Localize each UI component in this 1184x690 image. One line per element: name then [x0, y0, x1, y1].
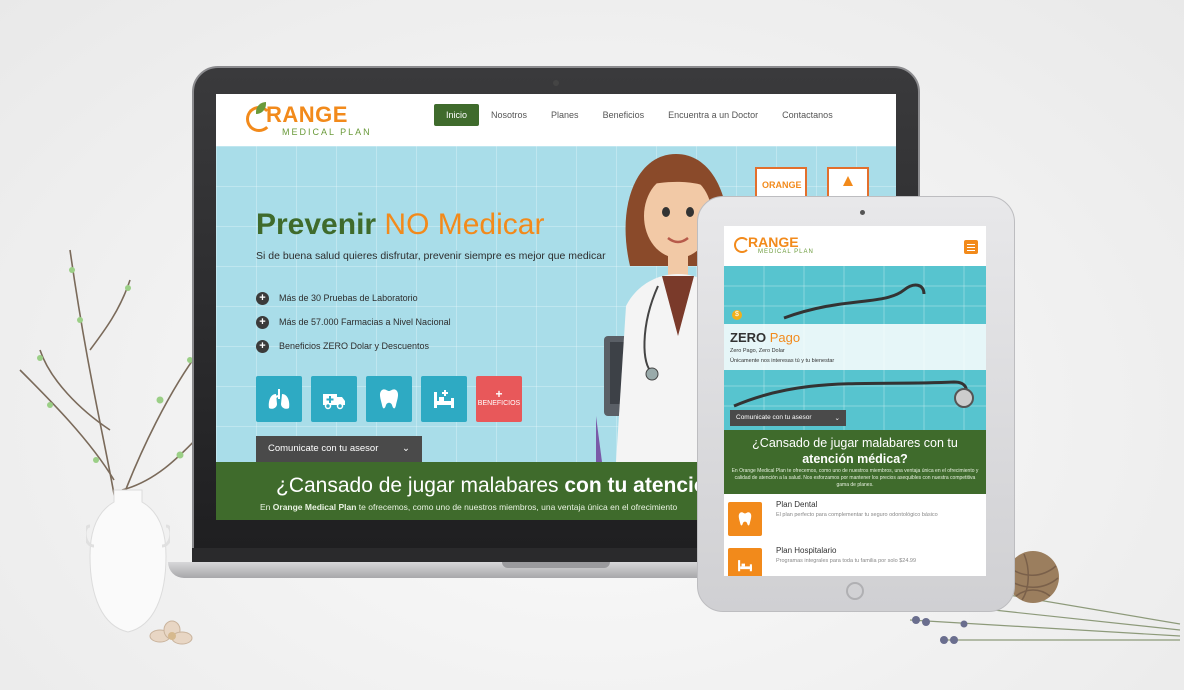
intro-heading: ¿Cansado de jugar malabares con tu atenc…	[276, 474, 707, 497]
advisor-dropdown[interactable]: Comunicate con tu asesor ⌄	[256, 436, 422, 462]
benefits-button[interactable]: + BENEFICIOS	[476, 376, 522, 422]
tablet-intro-text: En Orange Medical Plan te ofrecemos, com…	[731, 468, 979, 488]
orange-medical-plan-logo[interactable]: RANGE MEDICAL PLAN	[244, 102, 384, 140]
nav-encuentra-doctor[interactable]: Encuentra a un Doctor	[656, 104, 770, 126]
laptop-notch	[502, 562, 610, 568]
tablet-hero: $ ZERO Pago Zero Pago, Zero Dolar Únicam…	[724, 266, 986, 430]
plan-description: El plan perfecto para complementar tu se…	[776, 512, 938, 518]
site-header: RANGE MEDICAL PLAN Inicio Nosotros Plane…	[216, 94, 896, 146]
tile-hospital[interactable]	[421, 376, 467, 422]
dried-flower-illustration	[149, 620, 193, 645]
nav-beneficios[interactable]: Beneficios	[591, 104, 657, 126]
hero-bullets: + Más de 30 Pruebas de Laboratorio + Más…	[256, 286, 451, 358]
nav-inicio[interactable]: Inicio	[434, 104, 480, 126]
bullet-item: + Más de 57.000 Farmacias a Nivel Nacion…	[256, 310, 451, 334]
tile-ambulance[interactable]	[311, 376, 357, 422]
tablet-screen: RANGE MEDICAL PLAN $ ZERO Pago Zero Pago…	[724, 226, 986, 576]
nav-contactanos[interactable]: Contactanos	[770, 104, 845, 126]
plus-circle-icon: +	[256, 315, 269, 329]
plus-circle-icon: +	[256, 339, 269, 353]
laptop-camera	[553, 80, 559, 86]
plus-circle-icon: +	[256, 291, 269, 305]
plan-description: Programas integrales para toda tu famili…	[776, 558, 917, 564]
chevron-down-icon: ⌄	[834, 415, 840, 422]
hospital-bed-icon	[738, 560, 752, 572]
tablet-intro-heading-2: atención médica?	[802, 452, 908, 466]
plan-card-dental[interactable]: Plan Dental El plan perfecto para comple…	[728, 498, 982, 540]
orange-medical-plan-logo[interactable]: RANGE MEDICAL PLAN	[734, 234, 824, 260]
tablet-intro-heading: ¿Cansado de jugar malabares con tu	[752, 436, 958, 450]
tablet-home-button[interactable]	[846, 582, 864, 600]
tablet-site-header: RANGE MEDICAL PLAN	[724, 226, 986, 266]
coin-icon: $	[732, 310, 742, 320]
advisor-dropdown[interactable]: Comunicate con tu asesor ⌄	[730, 410, 846, 426]
ambulance-icon	[323, 394, 345, 410]
tablet-hero-title: ZERO Pago	[730, 330, 801, 345]
hero-subtitle: Si de buena salud quieres disfrutar, pre…	[256, 250, 606, 262]
bullet-item: + Más de 30 Pruebas de Laboratorio	[256, 286, 451, 310]
service-tiles: + BENEFICIOS	[256, 376, 522, 422]
plan-icon-box	[728, 502, 762, 536]
bullet-item: + Beneficios ZERO Dolar y Descuentos	[256, 334, 451, 358]
intro-text: En Orange Medical Plan te ofrecemos, com…	[260, 502, 678, 512]
svg-text:ORANGE: ORANGE	[762, 180, 802, 190]
nav-planes[interactable]: Planes	[539, 104, 591, 126]
chevron-down-icon: ⌄	[402, 443, 410, 454]
mockup-scene: RANGE MEDICAL PLAN Inicio Nosotros Plane…	[0, 0, 1184, 690]
plan-name: Plan Dental	[776, 500, 818, 509]
tile-lungs[interactable]	[256, 376, 302, 422]
tooth-icon	[379, 389, 399, 409]
plan-name: Plan Hospitalario	[776, 546, 837, 555]
lungs-icon	[268, 389, 290, 409]
main-nav: Inicio Nosotros Planes Beneficios Encuen…	[434, 104, 845, 126]
hamburger-menu-icon[interactable]	[964, 240, 978, 254]
tablet-hero-line1: Zero Pago, Zero Dolar	[730, 348, 785, 354]
tablet-intro-band: ¿Cansado de jugar malabares con tu atenc…	[724, 430, 986, 494]
plan-card-hospitalario[interactable]: Plan Hospitalario Programas integrales p…	[728, 544, 982, 576]
tablet-camera	[860, 210, 865, 215]
tooth-icon	[738, 512, 752, 526]
hero-title: Prevenir NO Medicar	[256, 208, 545, 241]
tablet-hero-line2: Únicamente nos interesas tú y tu bienest…	[730, 358, 835, 364]
tile-dental[interactable]	[366, 376, 412, 422]
hospital-bed-icon	[434, 390, 454, 408]
plan-icon-box	[728, 548, 762, 576]
nav-nosotros[interactable]: Nosotros	[479, 104, 539, 126]
